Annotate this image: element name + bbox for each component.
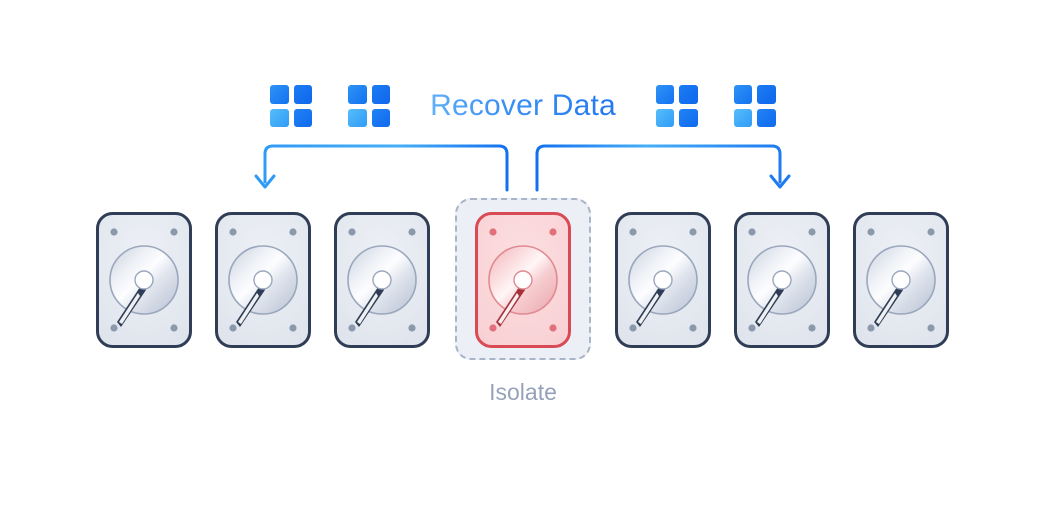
screw-bl: [489, 324, 497, 332]
grid-icon-square-tr: [293, 85, 313, 104]
hard-drive-3[interactable]: [334, 196, 430, 366]
screw-tr: [927, 228, 935, 236]
screw-br: [689, 324, 697, 332]
grid-icon-square-bl: [348, 108, 367, 127]
screw-tl: [348, 228, 356, 236]
grid-icon-square-bl: [733, 108, 753, 127]
screw-tr: [549, 228, 557, 236]
grid-icon-square-tl: [733, 85, 753, 104]
grid-icon-square-bl: [655, 108, 675, 127]
grid-icon-3: [655, 85, 698, 127]
hard-drive-graphic: [334, 212, 430, 348]
grid-icon-4: [733, 85, 776, 127]
hard-drive-2[interactable]: [215, 196, 311, 366]
hard-drive-6[interactable]: [734, 196, 830, 366]
screw-tr: [689, 228, 697, 236]
screw-tl: [110, 228, 118, 236]
screw-tl: [489, 228, 497, 236]
hard-drive-graphic: [853, 212, 949, 348]
grid-icon-square-bl: [270, 108, 289, 127]
screw-br: [170, 324, 178, 332]
spindle-hub: [513, 270, 533, 290]
grid-icon-square-tl: [655, 85, 675, 104]
screw-bl: [110, 324, 118, 332]
screw-tl: [748, 228, 756, 236]
header-row: Recover Data: [0, 82, 1046, 130]
screw-tr: [408, 228, 416, 236]
screw-br: [289, 324, 297, 332]
hard-drive-graphic: [615, 212, 711, 348]
grid-icon-square-br: [371, 108, 391, 127]
arrow-left: [254, 144, 509, 192]
screw-bl: [867, 324, 875, 332]
grid-icon-square-tr: [757, 85, 776, 104]
arrow-left-head: [254, 174, 276, 189]
spindle-hub: [891, 270, 911, 290]
screw-tl: [629, 228, 637, 236]
screw-tr: [170, 228, 178, 236]
grid-icon-square-tr: [679, 85, 698, 104]
screw-br: [808, 324, 816, 332]
spindle-hub: [653, 270, 673, 290]
screw-br: [927, 324, 935, 332]
hard-drive-1[interactable]: [96, 196, 192, 366]
spindle-hub: [134, 270, 154, 290]
illustration-canvas: Recover Data Isolate: [0, 0, 1046, 512]
screw-bl: [629, 324, 637, 332]
grid-icon-square-tl: [348, 85, 367, 104]
grid-icon-2: [348, 85, 391, 127]
spindle-hub: [253, 270, 273, 290]
hard-drive-graphic: [96, 212, 192, 348]
screw-br: [408, 324, 416, 332]
hard-drive-graphic: [734, 212, 830, 348]
grid-icon-square-br: [293, 108, 313, 127]
grid-icon-square-br: [679, 108, 698, 127]
screw-tl: [229, 228, 237, 236]
hard-drive-7[interactable]: [853, 196, 949, 366]
grid-icon-square-tl: [270, 85, 289, 104]
screw-tr: [808, 228, 816, 236]
drive-row: [0, 196, 1046, 366]
grid-icon-square-br: [757, 108, 776, 127]
hard-drive-4-isolated[interactable]: [475, 196, 571, 366]
spindle-hub: [772, 270, 792, 290]
spindle-hub: [372, 270, 392, 290]
grid-icon-1: [270, 85, 313, 127]
screw-tr: [289, 228, 297, 236]
hard-drive-graphic: [215, 212, 311, 348]
arrow-right: [535, 144, 791, 192]
screw-tl: [867, 228, 875, 236]
page-title: Recover Data: [426, 91, 620, 121]
hard-drive-5[interactable]: [615, 196, 711, 366]
screw-bl: [748, 324, 756, 332]
screw-bl: [229, 324, 237, 332]
isolate-label: Isolate: [0, 381, 1046, 404]
arrow-right-head: [769, 174, 791, 189]
hard-drive-graphic-isolated: [475, 212, 571, 348]
screw-br: [549, 324, 557, 332]
grid-icon-square-tr: [371, 85, 391, 104]
screw-bl: [348, 324, 356, 332]
